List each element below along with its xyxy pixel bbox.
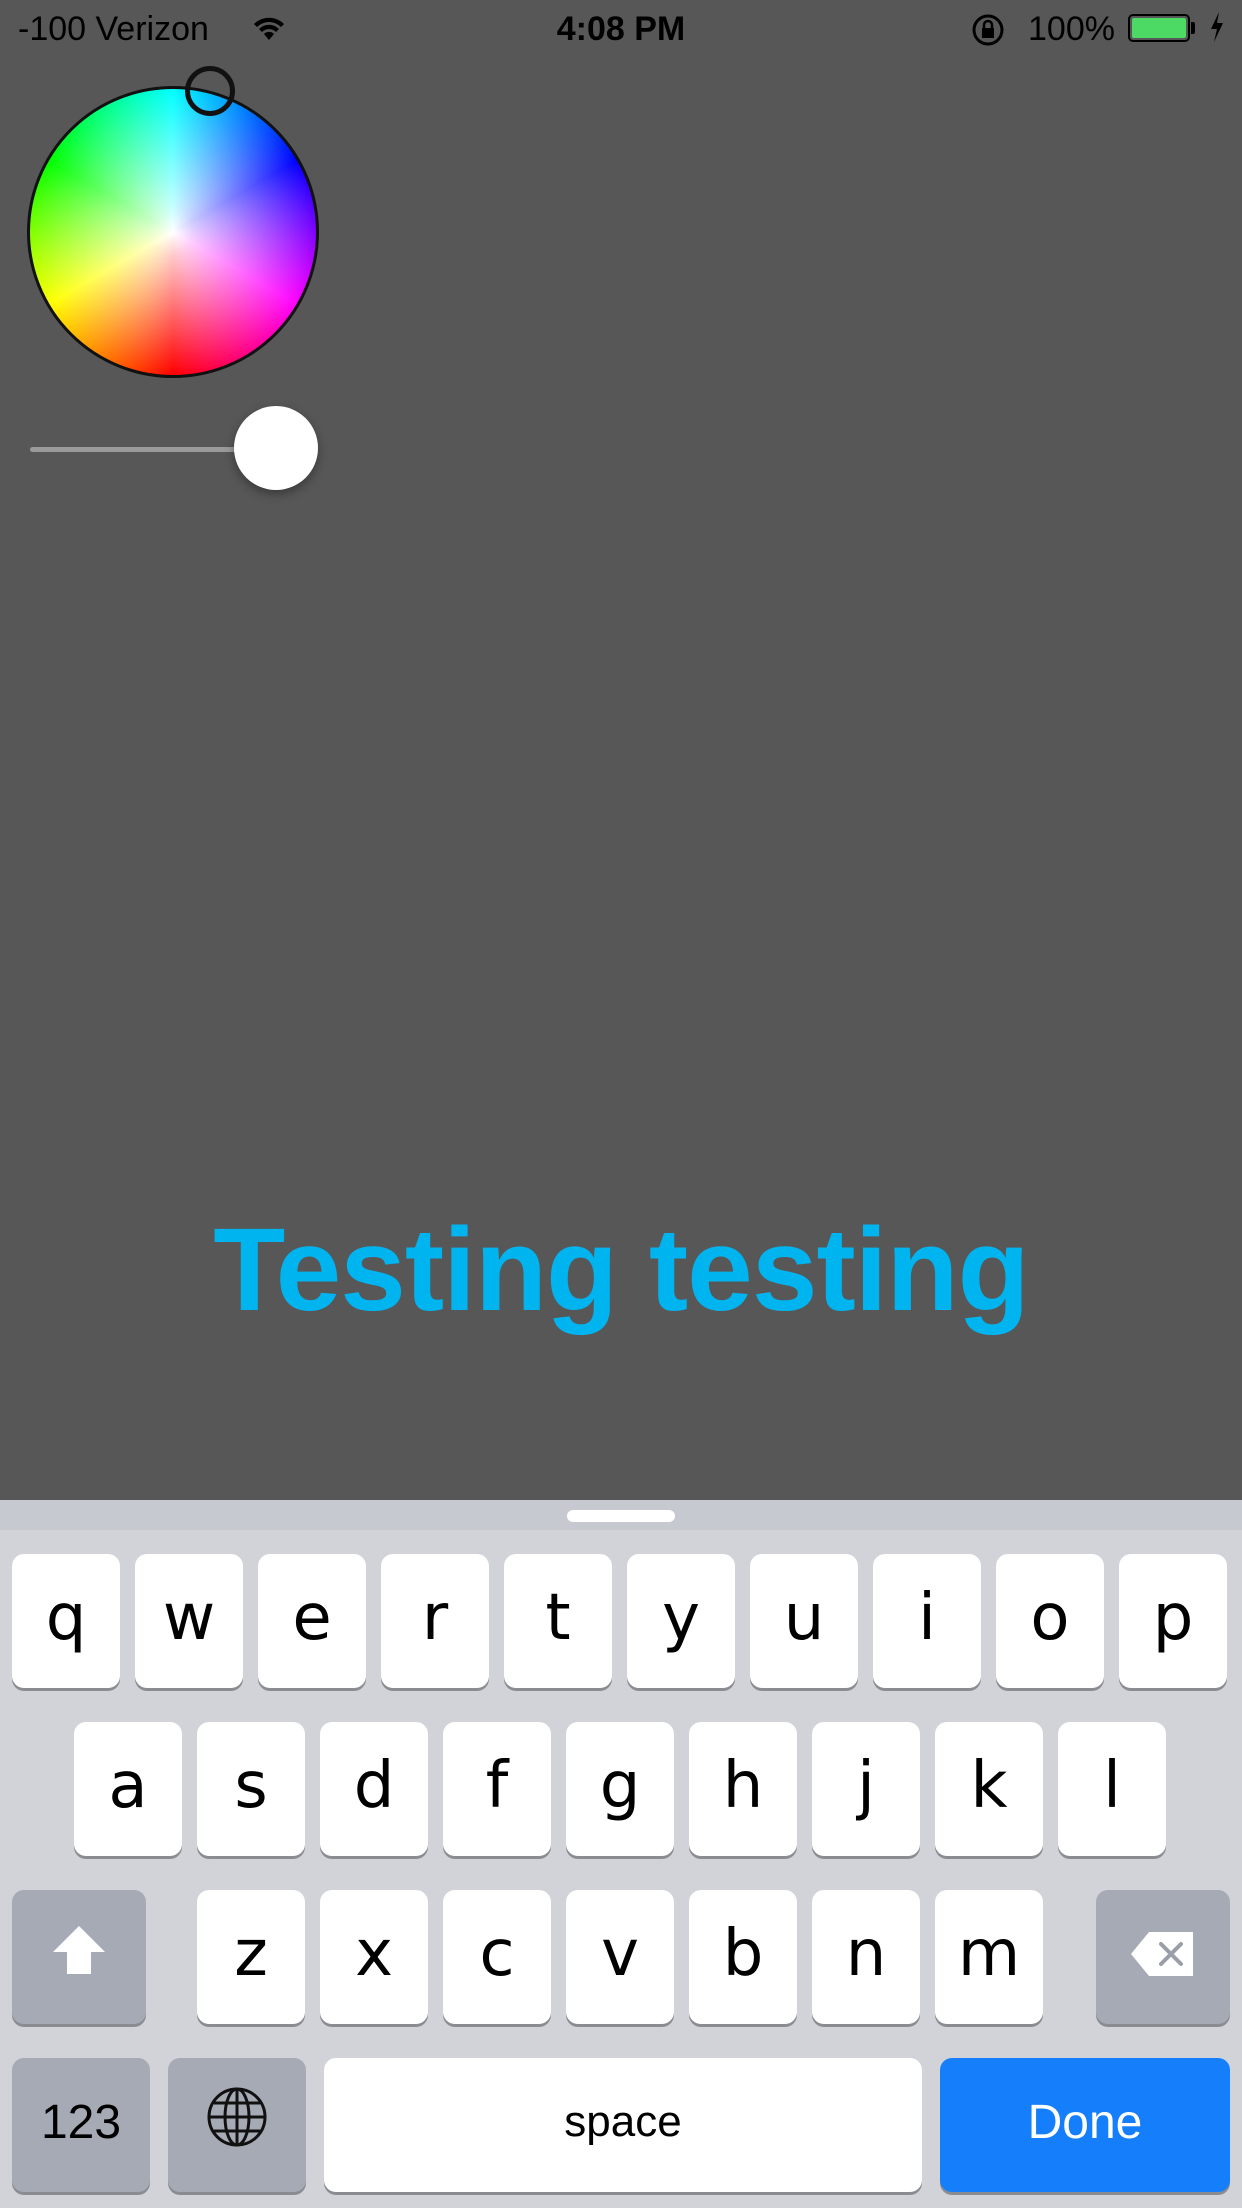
key-z[interactable]: z bbox=[197, 1890, 305, 2024]
battery-percent: 100% bbox=[1028, 10, 1115, 48]
key-q[interactable]: q bbox=[12, 1554, 120, 1688]
charging-icon bbox=[1208, 10, 1226, 53]
key-p[interactable]: p bbox=[1119, 1554, 1227, 1688]
key-b[interactable]: b bbox=[689, 1890, 797, 2024]
backspace-icon bbox=[1129, 1920, 1197, 1994]
status-bar: -100 Verizon 4:08 PM 100% bbox=[0, 0, 1242, 60]
key-d[interactable]: d bbox=[320, 1722, 428, 1856]
key-l[interactable]: l bbox=[1058, 1722, 1166, 1856]
space-key[interactable]: space bbox=[324, 2058, 922, 2192]
globe-icon bbox=[205, 2085, 269, 2165]
delete-key[interactable] bbox=[1096, 1890, 1230, 2024]
key-r[interactable]: r bbox=[381, 1554, 489, 1688]
numbers-key[interactable]: 123 bbox=[12, 2058, 150, 2192]
key-f[interactable]: f bbox=[443, 1722, 551, 1856]
keyboard: q w e r t y u i o p a s d f g h j k l z … bbox=[0, 1500, 1242, 2208]
key-g[interactable]: g bbox=[566, 1722, 674, 1856]
shift-icon bbox=[49, 1920, 109, 1994]
battery-nub bbox=[1191, 22, 1195, 34]
rotation-lock-icon bbox=[970, 12, 1006, 57]
key-t[interactable]: t bbox=[504, 1554, 612, 1688]
color-wheel[interactable] bbox=[27, 86, 319, 378]
shift-key[interactable] bbox=[12, 1890, 146, 2024]
key-e[interactable]: e bbox=[258, 1554, 366, 1688]
keyboard-top-bar bbox=[0, 1500, 1242, 1530]
done-key[interactable]: Done bbox=[940, 2058, 1230, 2192]
key-k[interactable]: k bbox=[935, 1722, 1043, 1856]
color-wheel-handle[interactable] bbox=[185, 66, 235, 116]
brightness-slider-thumb[interactable] bbox=[234, 406, 318, 490]
key-u[interactable]: u bbox=[750, 1554, 858, 1688]
key-m[interactable]: m bbox=[935, 1890, 1043, 2024]
key-i[interactable]: i bbox=[873, 1554, 981, 1688]
preview-text[interactable]: Testing testing bbox=[0, 1202, 1242, 1338]
key-a[interactable]: a bbox=[74, 1722, 182, 1856]
key-x[interactable]: x bbox=[320, 1890, 428, 2024]
globe-key[interactable] bbox=[168, 2058, 306, 2192]
key-h[interactable]: h bbox=[689, 1722, 797, 1856]
key-v[interactable]: v bbox=[566, 1890, 674, 2024]
keyboard-grabber[interactable] bbox=[567, 1510, 675, 1522]
key-c[interactable]: c bbox=[443, 1890, 551, 2024]
key-s[interactable]: s bbox=[197, 1722, 305, 1856]
key-j[interactable]: j bbox=[812, 1722, 920, 1856]
key-w[interactable]: w bbox=[135, 1554, 243, 1688]
key-y[interactable]: y bbox=[627, 1554, 735, 1688]
battery-icon bbox=[1128, 14, 1190, 42]
key-n[interactable]: n bbox=[812, 1890, 920, 2024]
key-o[interactable]: o bbox=[996, 1554, 1104, 1688]
